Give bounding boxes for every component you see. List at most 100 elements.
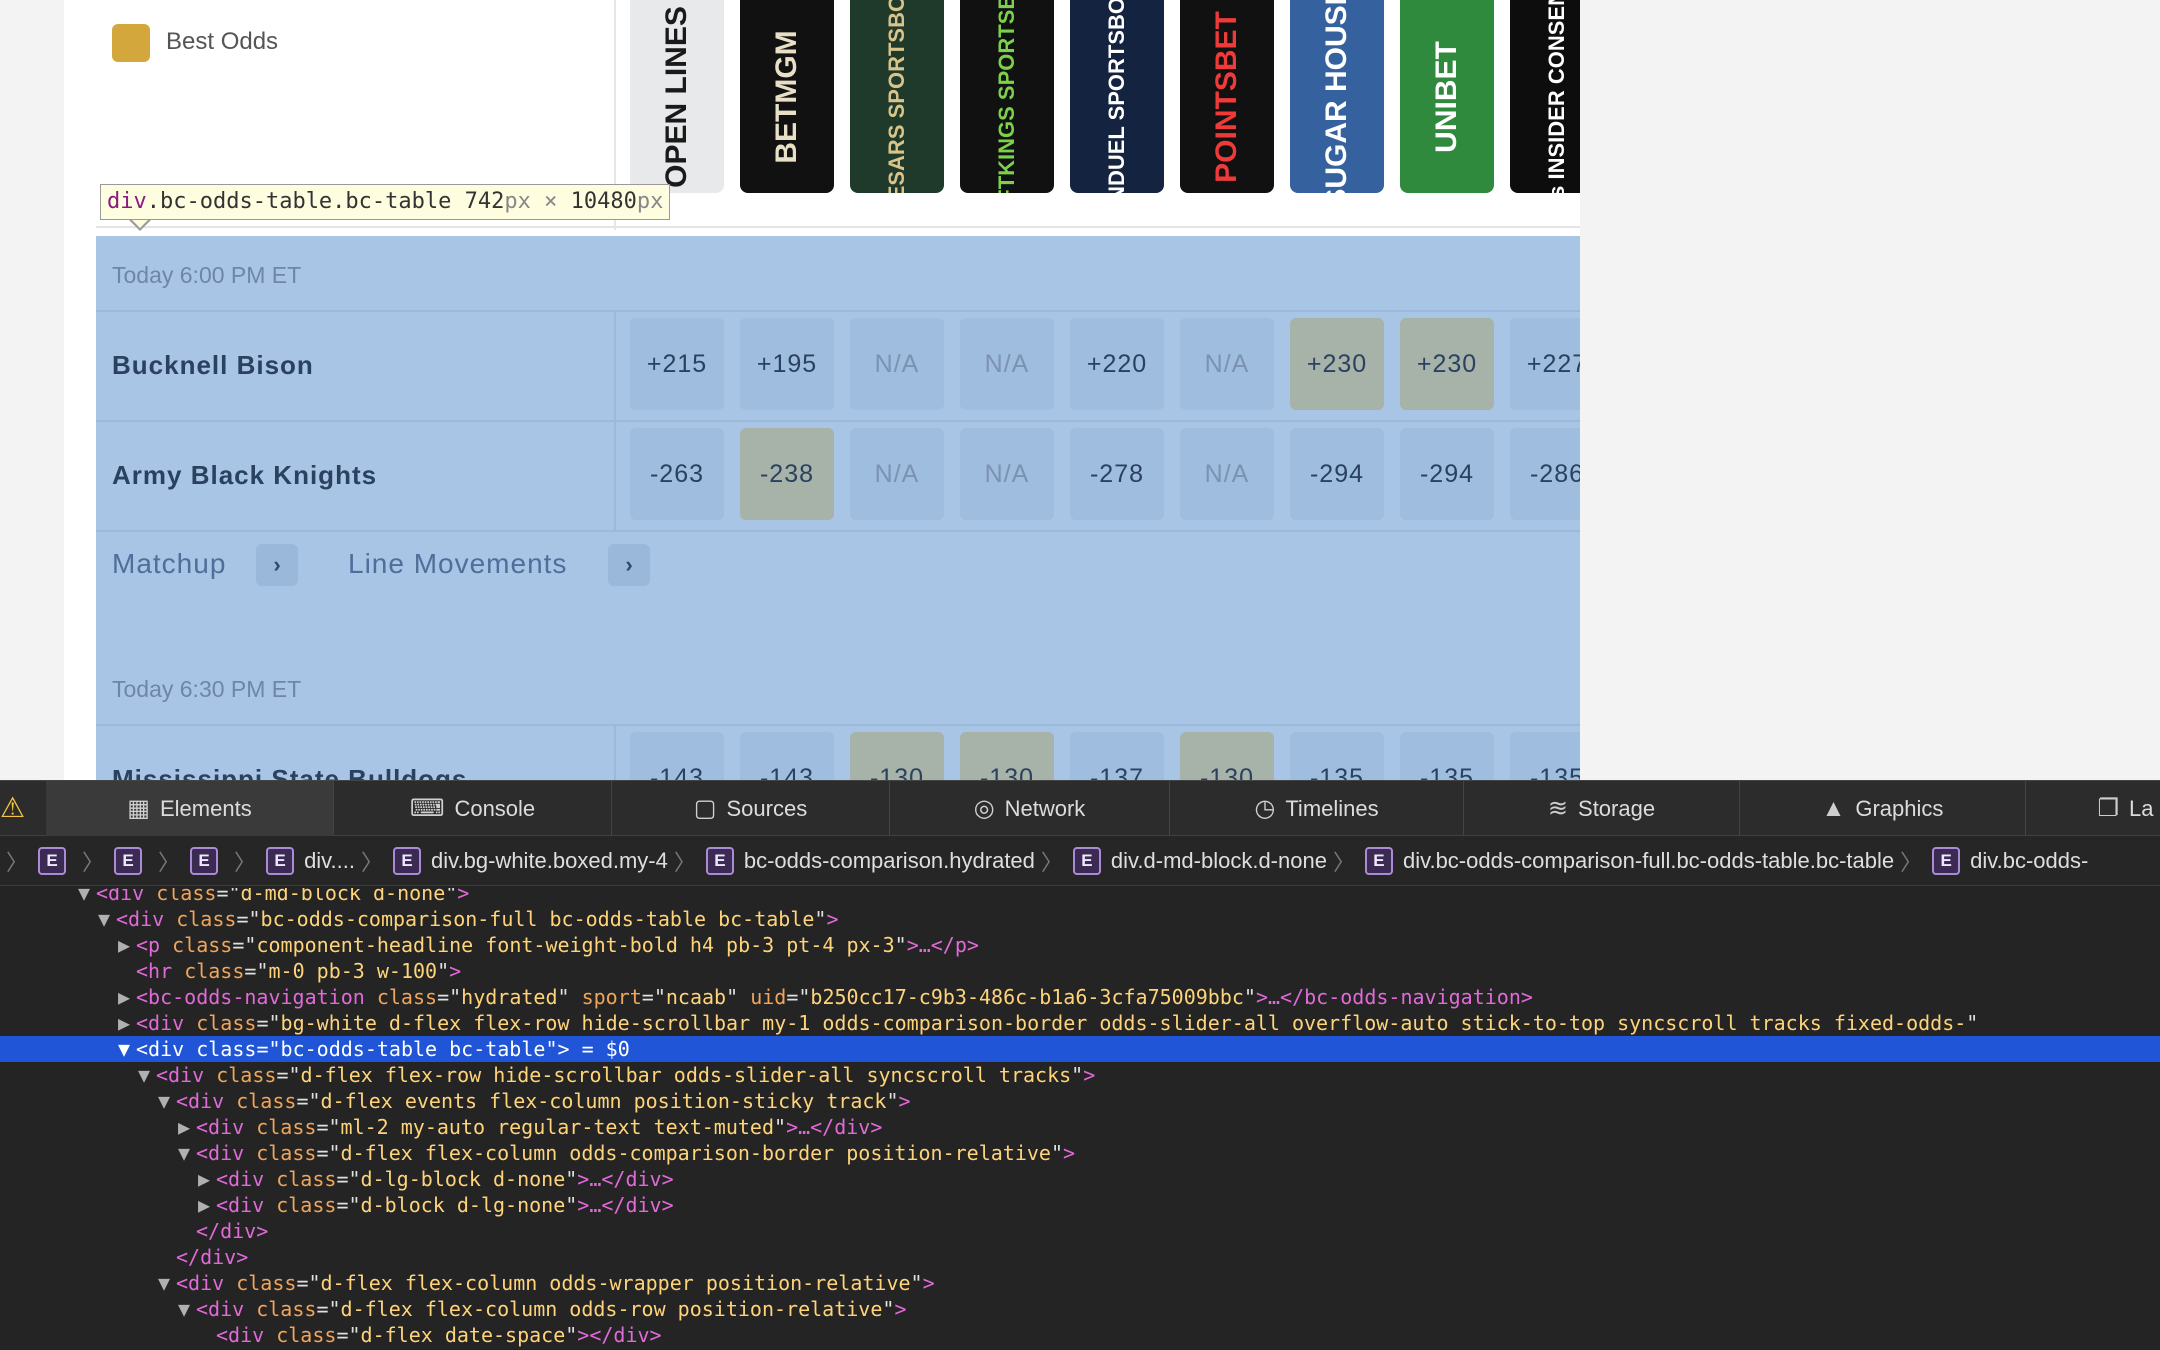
line-movements-link[interactable]: Line Movements: [348, 548, 567, 580]
disclosure-collapsed-icon[interactable]: ▶: [178, 1114, 196, 1140]
odds-cell[interactable]: +227: [1510, 318, 1580, 410]
disclosure-collapsed-icon[interactable]: ▶: [198, 1192, 216, 1218]
breadcrumb-item[interactable]: 〉 Ediv.bc-odds-: [1894, 836, 2088, 885]
dom-node[interactable]: <hr class="m-0 pb-3 w-100">: [0, 958, 2160, 984]
odds-cell[interactable]: N/A: [850, 428, 944, 520]
dom-node[interactable]: ▶ <div class="d-lg-block d-none">…</div>: [0, 1166, 2160, 1192]
sportsbook-logo[interactable]: FANDUEL SPORTSBOOK: [1070, 0, 1164, 193]
odds-cell[interactable]: +215: [630, 318, 724, 410]
breadcrumb-item[interactable]: 〉 Ediv.bg-white.boxed.my-4: [355, 836, 668, 885]
disclosure-collapsed-icon[interactable]: ▶: [118, 984, 136, 1010]
dom-node[interactable]: ▼ <div class="d-flex flex-column odds-com…: [0, 1140, 2160, 1166]
odds-cell[interactable]: N/A: [1180, 428, 1274, 520]
breadcrumb-item[interactable]: 〉 Ediv.bc-odds-comparison-full.bc-odds-ta…: [1327, 836, 1894, 885]
odds-cell[interactable]: -130: [960, 732, 1054, 780]
disclosure-expanded-icon[interactable]: ▼: [178, 1296, 196, 1322]
disclosure-expanded-icon[interactable]: ▼: [138, 1062, 156, 1088]
dom-node-selected[interactable]: ▼ <div class="bc-odds-table bc-table"> = …: [0, 1036, 2160, 1062]
dom-node[interactable]: </div>: [0, 1218, 2160, 1244]
dom-tag-name: div: [208, 1297, 245, 1321]
disclosure-expanded-icon[interactable]: ▼: [118, 1036, 136, 1062]
tab-graphics[interactable]: ▲ Graphics: [1740, 781, 2026, 836]
breadcrumb-item[interactable]: 〉 Ediv.d-md-block.d-none: [1035, 836, 1327, 885]
warning-icon[interactable]: ⚠: [0, 791, 30, 827]
tab-timelines[interactable]: ◷ Timelines: [1170, 781, 1464, 836]
odds-cell[interactable]: +195: [740, 318, 834, 410]
tab-network[interactable]: ◎ Network: [890, 781, 1170, 836]
sportsbook-logo[interactable]: UNIBET: [1400, 0, 1494, 193]
dom-attr-name: class: [216, 1063, 277, 1087]
dom-node[interactable]: ▶ <div class="ml-2 my-auto regular-text t…: [0, 1114, 2160, 1140]
dom-attr-eq: =": [216, 888, 241, 905]
sportsbook-logo[interactable]: DRAFTKINGS SPORTSBOOK: [960, 0, 1054, 193]
sportsbook-logo[interactable]: CAESARS SPORTSBOOK: [850, 0, 944, 193]
tab-console[interactable]: ⌨ Console: [334, 781, 612, 836]
dom-node[interactable]: ▼ <div class="d-md-block d-none">: [0, 888, 2160, 906]
dom-node[interactable]: ▶ <div class="d-block d-lg-none">…</div>: [0, 1192, 2160, 1218]
dom-node[interactable]: ▶ <p class="component-headline font-weigh…: [0, 932, 2160, 958]
matchup-link[interactable]: Matchup: [112, 548, 226, 580]
dom-node[interactable]: ▼ <div class="d-flex flex-column odds-wra…: [0, 1270, 2160, 1296]
dom-attr-eq: =": [296, 1089, 321, 1113]
odds-cell[interactable]: N/A: [960, 318, 1054, 410]
dom-node[interactable]: <div class="d-flex date-space"></div>: [0, 1322, 2160, 1348]
odds-cell[interactable]: +230: [1290, 318, 1384, 410]
dom-tag-tail: >…</p>: [906, 933, 979, 957]
disclosure-collapsed-icon[interactable]: ▶: [118, 1010, 136, 1036]
tab-elements[interactable]: ▦ Elements: [46, 781, 334, 836]
breadcrumb-item[interactable]: 〉 Ebc-odds-comparison.hydrated: [668, 836, 1035, 885]
odds-cell[interactable]: -135: [1290, 732, 1384, 780]
breadcrumb-item[interactable]: 〉 E: [152, 836, 228, 885]
disclosure-collapsed-icon[interactable]: ▶: [198, 1166, 216, 1192]
dom-node[interactable]: ▼ <div class="d-flex events flex-column p…: [0, 1088, 2160, 1114]
sportsbook-logo[interactable]: Vegas INSIDER CONSENSUS: [1510, 0, 1580, 193]
odds-cell[interactable]: -135: [1400, 732, 1494, 780]
odds-cell[interactable]: -286: [1510, 428, 1580, 520]
odds-cell[interactable]: -278: [1070, 428, 1164, 520]
chevron-right-icon[interactable]: ›: [256, 544, 298, 586]
sportsbook-logo[interactable]: POINTSBET: [1180, 0, 1274, 193]
disclosure-collapsed-icon[interactable]: ▶: [118, 932, 136, 958]
dom-node[interactable]: ▼ <div class="bc-odds-comparison-full bc-…: [0, 906, 2160, 932]
tab-la[interactable]: ❐ La: [2026, 781, 2160, 836]
dom-attr-eq: =": [296, 1271, 321, 1295]
tab-storage[interactable]: ≋ Storage: [1464, 781, 1740, 836]
tab-sources[interactable]: ▢ Sources: [612, 781, 890, 836]
dom-node[interactable]: ▶ <bc-odds-navigation class="hydrated" sp…: [0, 984, 2160, 1010]
disclosure-expanded-icon[interactable]: ▼: [158, 1270, 176, 1296]
odds-cell[interactable]: -135: [1510, 732, 1580, 780]
breadcrumb-item[interactable]: 〉 E: [76, 836, 152, 885]
disclosure-expanded-icon[interactable]: ▼: [158, 1088, 176, 1114]
odds-cell[interactable]: -263: [630, 428, 724, 520]
tab-label: Elements: [159, 795, 252, 821]
odds-cell[interactable]: +220: [1070, 318, 1164, 410]
chevron-right-icon[interactable]: ›: [608, 544, 650, 586]
disclosure-expanded-icon[interactable]: ▼: [98, 906, 116, 932]
odds-cell[interactable]: -143: [630, 732, 724, 780]
odds-cell[interactable]: +230: [1400, 318, 1494, 410]
odds-cell[interactable]: N/A: [960, 428, 1054, 520]
odds-cell[interactable]: -294: [1290, 428, 1384, 520]
odds-cell[interactable]: -137: [1070, 732, 1164, 780]
dom-attr-name: class: [276, 1167, 337, 1191]
dom-node[interactable]: </div>: [0, 1244, 2160, 1270]
breadcrumb-item[interactable]: 〉 Ediv....: [228, 836, 355, 885]
dom-node[interactable]: ▶ <div class="bg-white d-flex flex-row hi…: [0, 1010, 2160, 1036]
sportsbook-logo-text: SUGAR HOUSE: [1320, 0, 1353, 193]
disclosure-expanded-icon[interactable]: ▼: [78, 888, 96, 906]
sportsbook-logo[interactable]: SUGAR HOUSE: [1290, 0, 1384, 193]
sportsbook-logo[interactable]: OPEN LINES: [630, 0, 724, 193]
odds-cell[interactable]: N/A: [1180, 318, 1274, 410]
dom-node[interactable]: ▼ <div class="d-flex flex-row hide-scroll…: [0, 1062, 2160, 1088]
breadcrumb-item[interactable]: 〉 E: [0, 836, 76, 885]
odds-cell[interactable]: -130: [1180, 732, 1274, 780]
disclosure-expanded-icon[interactable]: ▼: [178, 1140, 196, 1166]
dom-node[interactable]: ▼ <div class="d-flex flex-column odds-row…: [0, 1296, 2160, 1322]
odds-cell[interactable]: -130: [850, 732, 944, 780]
sportsbook-logo[interactable]: BETMGM: [740, 0, 834, 193]
odds-cell[interactable]: -294: [1400, 428, 1494, 520]
odds-cell[interactable]: N/A: [850, 318, 944, 410]
odds-cell[interactable]: -238: [740, 428, 834, 520]
dom-tag-tail: >: [826, 907, 839, 931]
odds-cell[interactable]: -143: [740, 732, 834, 780]
